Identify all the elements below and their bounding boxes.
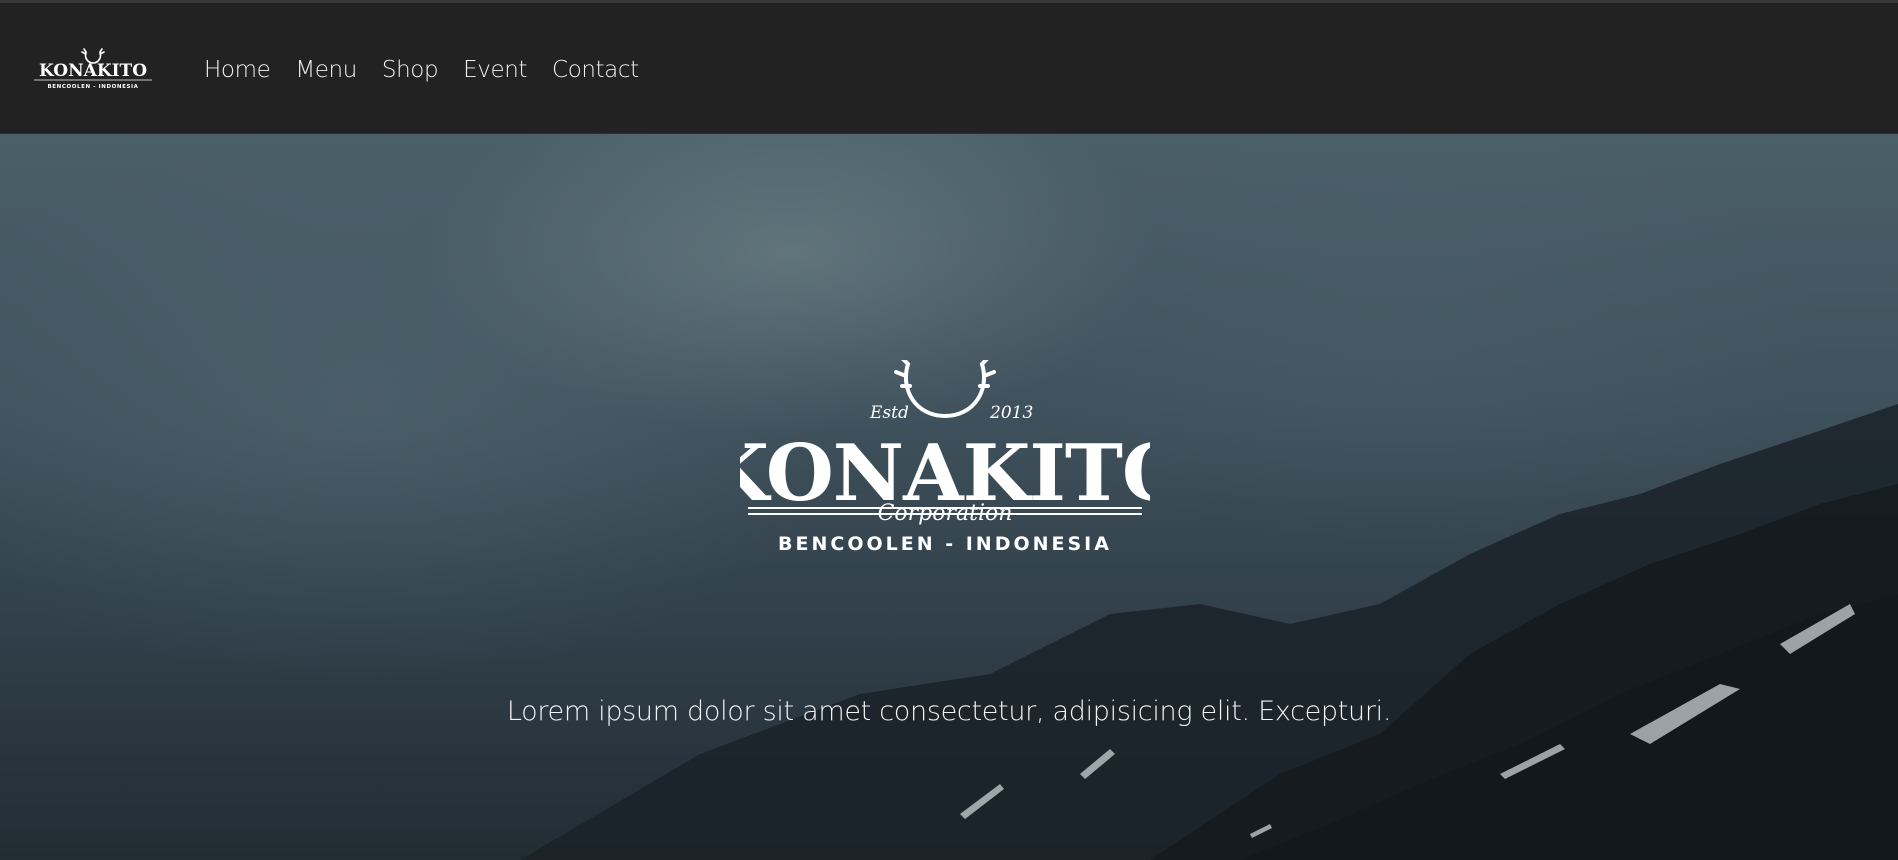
antlers-logo-icon (894, 360, 996, 419)
nav-shop-link[interactable]: Shop (382, 55, 439, 85)
hero-logo-estd: Estd (869, 403, 909, 423)
nav-contact-link[interactable]: Contact (552, 55, 639, 85)
nav-event-link[interactable]: Event (463, 55, 527, 85)
navbar-logo[interactable]: KONAKITO BENCOOLEN - INDONESIA (26, 48, 160, 94)
hero-logo-script: Corporation (878, 501, 1013, 526)
hero-logo-location: BENCOOLEN - INDONESIA (778, 533, 1112, 555)
navbar: KONAKITO BENCOOLEN - INDONESIA Home Menu… (0, 3, 1898, 134)
nav-home-link[interactable]: Home (204, 55, 271, 85)
navbar-logo-name: KONAKITO (39, 61, 147, 81)
hero-section: Estd 2013 KONAKITO Corporation BENCOOLEN… (0, 134, 1898, 860)
navbar-logo-location: BENCOOLEN - INDONESIA (47, 84, 138, 90)
hero-logo-year: 2013 (989, 403, 1033, 423)
nav-menu-link[interactable]: Menu (295, 55, 357, 85)
hero-brand-logo: Estd 2013 KONAKITO Corporation BENCOOLEN… (740, 360, 1150, 555)
main-nav: Home Menu Shop Event Contact (204, 55, 639, 85)
hero-tagline: Lorem ipsum dolor sit amet consectetur, … (506, 696, 1392, 727)
